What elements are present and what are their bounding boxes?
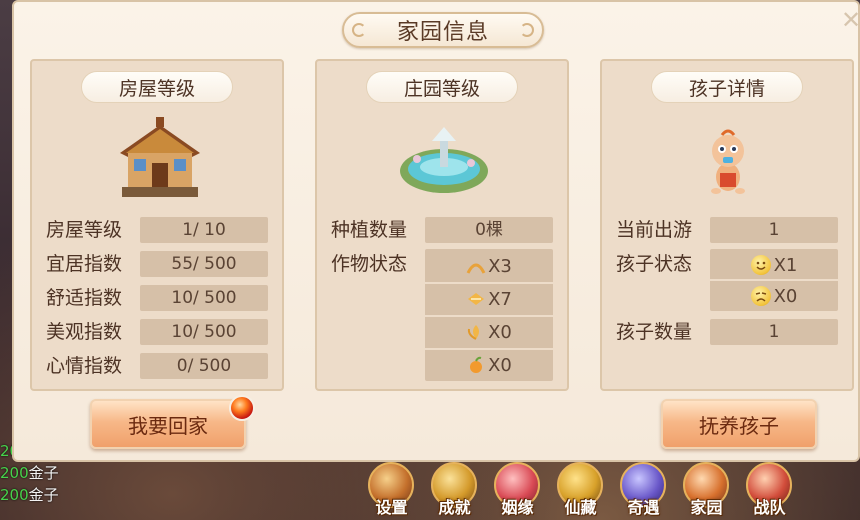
child-panel-header: 孩子详情 <box>651 71 803 103</box>
plant-count-row: 种植数量 0棵 <box>317 216 567 244</box>
current-travel-row: 当前出游 1 <box>602 216 852 244</box>
house-stat-row: 舒适指数 10/ 500 <box>32 284 282 312</box>
menu-settings[interactable]: 设置 <box>360 462 423 520</box>
close-icon[interactable]: ✕ <box>839 8 860 32</box>
house-stat-row: 宜居指数 55/ 500 <box>32 250 282 278</box>
crop-item: X0 <box>425 350 553 380</box>
menu-marriage[interactable]: 姻缘 <box>486 462 549 520</box>
child-state-row: 孩子状态 <box>616 253 693 275</box>
ornament-icon <box>352 23 366 37</box>
dialog-title-plate: 家园信息 <box>342 12 544 48</box>
crop-item: X7 <box>425 284 553 314</box>
garden-panel: 庄园等级 种植数量 0棵 作物状态 X3 X7 X0 X0 <box>315 59 569 391</box>
bottom-menu: 设置 成就 姻缘 仙藏 奇遇 家园 战队 <box>360 462 860 520</box>
chat-line: 200金子 <box>0 464 59 482</box>
house-stat-row: 美观指数 10/ 500 <box>32 318 282 346</box>
menu-adventure[interactable]: 奇遇 <box>612 462 675 520</box>
menu-treasure[interactable]: 仙藏 <box>549 462 612 520</box>
chat-line: 200金子 <box>0 486 59 504</box>
menu-home[interactable]: 家园 <box>675 462 738 520</box>
menu-achievement[interactable]: 成就 <box>423 462 486 520</box>
happy-face-icon <box>750 255 771 275</box>
garden-panel-header: 庄园等级 <box>366 71 518 103</box>
flower-icon <box>467 325 480 340</box>
house-panel-header: 房屋等级 <box>81 71 233 103</box>
child-state-box: X1 X0 <box>710 249 838 311</box>
dialog-title: 家园信息 <box>396 20 489 45</box>
menu-team[interactable]: 战队 <box>738 462 801 520</box>
child-state-item: X0 <box>710 281 838 311</box>
home-info-dialog: 家园信息 ✕ 房屋等级 房屋等级 1/ 10 宜居指数 55/ 500 舒适指数… <box>12 0 860 462</box>
sad-face-icon <box>750 286 771 306</box>
house-panel: 房屋等级 房屋等级 1/ 10 宜居指数 55/ 500 舒适指数 10/ 50… <box>30 59 284 391</box>
baby-icon <box>711 129 745 194</box>
go-home-button[interactable]: 我要回家 <box>90 399 246 449</box>
sprout-icon <box>466 263 486 274</box>
child-state-item: X1 <box>710 250 838 280</box>
crop-status-row: 作物状态 <box>331 253 408 275</box>
pond-icon <box>400 127 488 193</box>
house-stat-row: 房屋等级 1/ 10 <box>32 216 282 244</box>
child-count-row: 孩子数量 1 <box>602 318 852 346</box>
crop-item: X3 <box>425 251 553 281</box>
crop-item: X0 <box>425 317 553 347</box>
child-panel: 孩子详情 当前出游 1 孩子状态 X1 X0 孩子数量 1 <box>600 59 854 391</box>
house-stat-row: 心情指数 0/ 500 <box>32 352 282 380</box>
notification-dot-icon <box>229 395 255 421</box>
crop-status-box: X3 X7 X0 X0 <box>425 249 553 381</box>
fruit-icon <box>470 356 483 373</box>
raise-child-button[interactable]: 抚养孩子 <box>661 399 817 449</box>
house-icon <box>120 117 200 197</box>
leaf-icon <box>468 293 485 305</box>
ornament-icon <box>520 23 534 37</box>
